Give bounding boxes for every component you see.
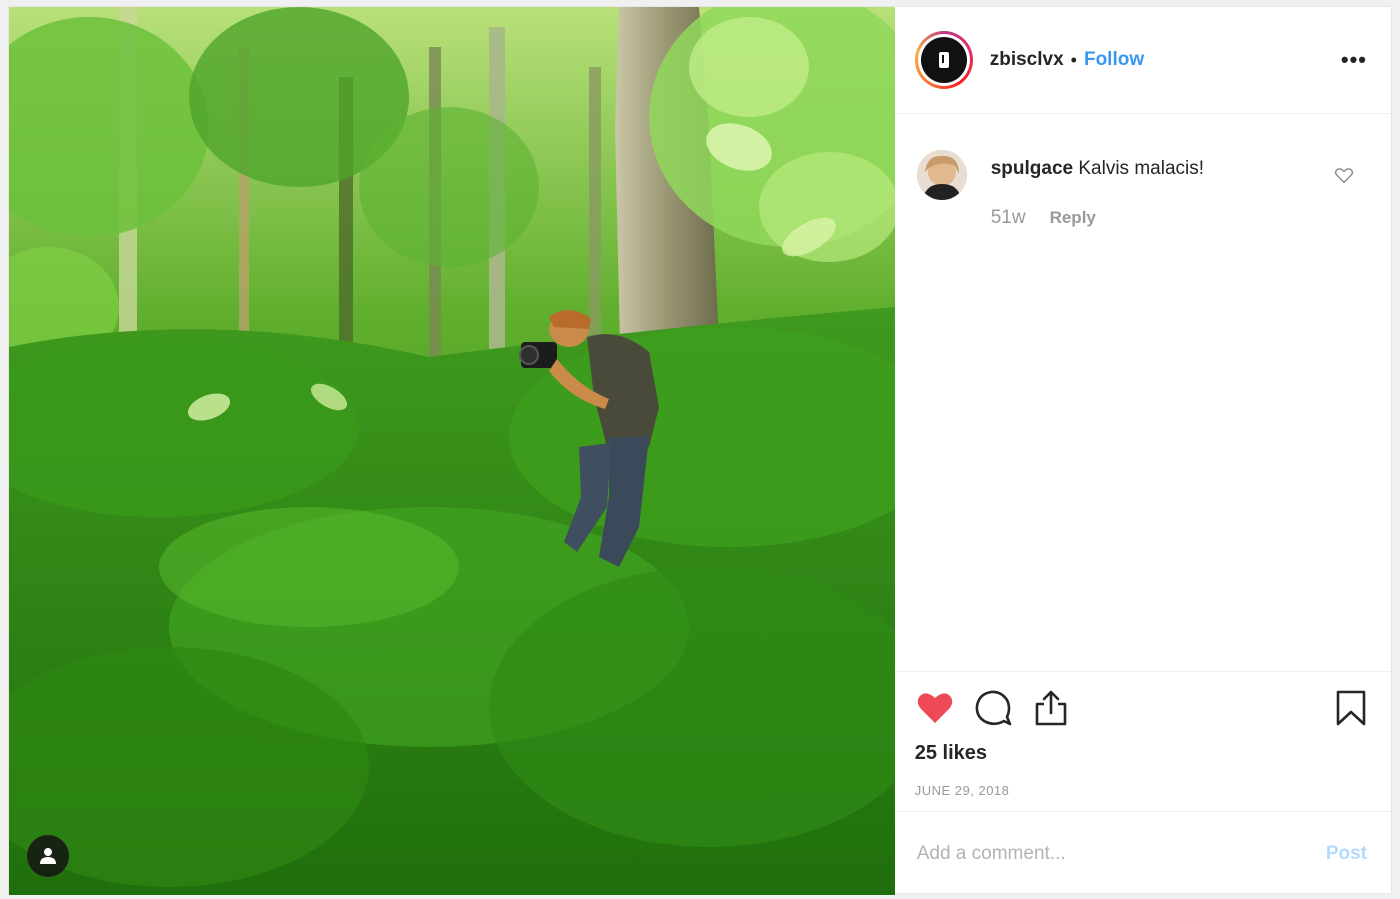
bookmark-icon [1336,690,1366,726]
instagram-post: zbisclvx • Follow ••• spulgace Kalvis ma… [8,6,1392,895]
post-comment-button[interactable]: Post [1326,843,1367,865]
follow-button[interactable]: Follow [1084,49,1144,71]
post-date[interactable]: JUNE 29, 2018 [915,783,1371,798]
forest-photographer-image [9,7,895,895]
separator-dot: • [1070,49,1077,70]
author-username[interactable]: zbisclvx [990,49,1064,71]
comment-like-heart-icon[interactable] [1333,164,1355,186]
post-photo[interactable] [9,7,895,895]
share-button[interactable] [1031,688,1071,728]
action-bar [915,686,1371,730]
comment-button[interactable] [973,688,1013,728]
post-actions-area: 25 likes JUNE 29, 2018 [894,671,1391,811]
share-upload-icon [1035,690,1067,726]
author-avatar[interactable] [914,31,973,89]
comment-text: Kalvis malacis! [1078,158,1205,179]
likes-count[interactable]: 25 likes [915,742,1371,765]
save-button[interactable] [1331,688,1371,728]
comment-item: spulgace Kalvis malacis! 51w Reply [916,150,1367,229]
heart-filled-icon [917,693,952,723]
post-sidebar: zbisclvx • Follow ••• spulgace Kalvis ma… [894,7,1391,895]
author-avatar-image [938,52,949,68]
user-icon [40,848,56,864]
add-comment-form: Post [894,811,1391,895]
comment-bubble-icon [975,690,1012,726]
comment-time[interactable]: 51w [991,207,1026,229]
comment-username[interactable]: spulgace [991,158,1073,179]
comment-reply-button[interactable]: Reply [1050,208,1096,228]
like-button[interactable] [915,688,955,728]
comment-text-line: spulgace Kalvis malacis! [991,158,1204,181]
comment-input[interactable] [916,842,1326,865]
commenter-avatar[interactable] [916,150,967,200]
tagged-users-button[interactable] [27,835,69,877]
comments-list: spulgace Kalvis malacis! 51w Reply [895,114,1391,671]
post-header: zbisclvx • Follow ••• [894,7,1391,114]
comment-meta: 51w Reply [991,207,1204,229]
more-options-icon[interactable]: ••• [1341,47,1367,73]
commenter-avatar-image [916,150,967,200]
